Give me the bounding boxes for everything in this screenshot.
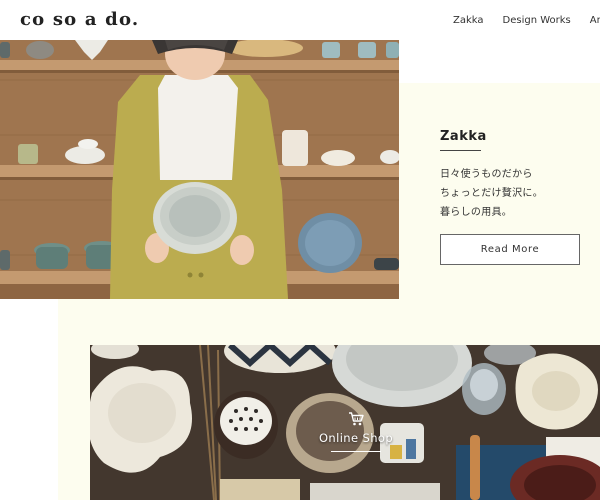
read-more-button[interactable]: Read More (440, 234, 580, 265)
cream-background-strip (58, 345, 90, 500)
nav-item-an[interactable]: An (590, 15, 600, 26)
hero-photo (0, 40, 399, 299)
site-header: co so a do. Zakka Design Works An (0, 0, 600, 40)
zakka-description-line-1: 日々使うものだから (440, 169, 533, 180)
site-logo[interactable]: co so a do. (20, 9, 139, 30)
online-shop-underline (331, 451, 381, 452)
zakka-heading: Zakka (440, 129, 487, 144)
hero-photo-illustration (0, 40, 399, 299)
cart-icon (349, 412, 364, 426)
zakka-description: 日々使うものだから ちょっとだけ贅沢に。 暮らしの用具。 (440, 165, 590, 222)
nav-item-zakka[interactable]: Zakka (453, 15, 484, 26)
zakka-heading-underline (440, 150, 481, 151)
online-shop-text: Online Shop (318, 431, 394, 445)
main-nav: Zakka Design Works An (453, 15, 600, 26)
zakka-description-line-2: ちょっとだけ贅沢に。 (440, 188, 543, 199)
nav-item-design-works[interactable]: Design Works (503, 15, 571, 26)
cream-background-band (58, 299, 400, 345)
zakka-description-line-3: 暮らしの用具。 (440, 207, 513, 218)
online-shop-label[interactable]: Online Shop (314, 412, 398, 445)
